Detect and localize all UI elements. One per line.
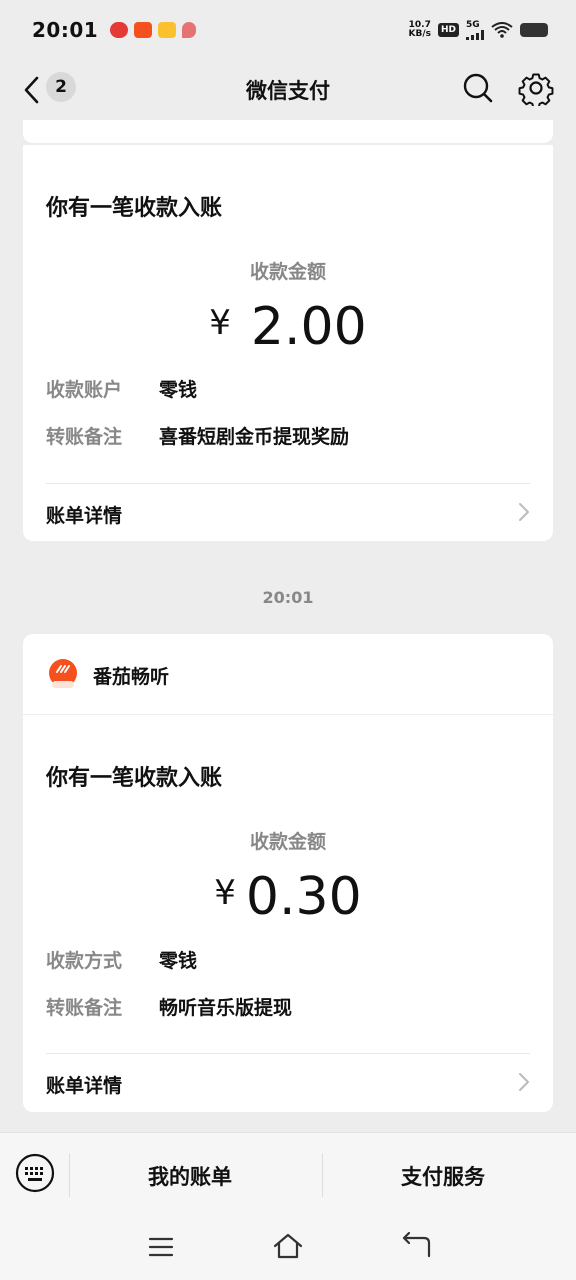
sender-row[interactable]: 番茄畅听 [23, 634, 553, 715]
payment-card: 你有一笔收款入账 收款金额 ¥2.00 收款账户 零钱 转账备注 喜番短剧金币提… [23, 145, 553, 541]
amount-value: ¥2.00 [209, 297, 367, 357]
row-value: 畅听音乐版提现 [159, 997, 293, 1019]
tab-pay-service[interactable]: 支付服务 [401, 1161, 485, 1191]
row-label: 转账备注 [46, 997, 123, 1019]
bill-detail-link[interactable]: 账单详情 [46, 1071, 122, 1098]
row-value: 零钱 [159, 950, 198, 972]
sender-name: 番茄畅听 [93, 666, 170, 688]
notification-app-icon [158, 22, 177, 38]
wifi-icon [491, 22, 513, 38]
keyboard-icon[interactable] [15, 1153, 55, 1193]
bottom-menu-bar: 我的账单 支付服务 [0, 1132, 576, 1216]
return-icon[interactable] [400, 1230, 432, 1260]
menu-icon[interactable] [148, 1236, 174, 1258]
status-indicators: 10.7 KB/s HD 5G [408, 20, 548, 40]
row-value: 零钱 [159, 379, 198, 401]
payment-card: 番茄畅听 你有一笔收款入账 收款金额 ¥0.30 收款方式 零钱 转账备注 畅听… [23, 634, 553, 1112]
location-icon [182, 22, 197, 38]
row-value: 喜番短剧金币提现奖励 [159, 426, 350, 448]
message-time: 20:01 [262, 588, 314, 607]
nav-bar: 2 微信支付 [0, 60, 576, 120]
currency-symbol: ¥ [209, 303, 231, 343]
hd-badge: HD [437, 23, 459, 37]
row-label: 收款方式 [46, 950, 123, 972]
previous-card-bottom [23, 120, 553, 144]
amount-label: 收款金额 [249, 831, 326, 853]
card-title: 你有一笔收款入账 [46, 766, 223, 791]
network-speed: 10.7 KB/s [408, 20, 431, 39]
status-time: 20:01 [32, 18, 99, 42]
battery-icon [520, 23, 548, 37]
notification-app-icon [110, 22, 129, 38]
tab-divider [69, 1153, 70, 1197]
bill-detail-link[interactable]: 账单详情 [46, 501, 122, 528]
divider [46, 483, 530, 484]
row-label: 转账备注 [46, 426, 123, 448]
divider [46, 1053, 530, 1054]
tab-divider [322, 1153, 323, 1197]
currency-symbol: ¥ [214, 873, 236, 913]
system-nav-bar [0, 1216, 576, 1280]
tab-my-bill[interactable]: 我的账单 [148, 1161, 232, 1191]
amount-label: 收款金额 [249, 261, 326, 283]
notification-app-icon [134, 22, 153, 38]
card-title: 你有一笔收款入账 [46, 196, 223, 221]
amount-value: ¥0.30 [214, 867, 362, 927]
app-logo-icon [49, 659, 77, 688]
row-label: 收款账户 [46, 379, 123, 401]
search-icon[interactable] [462, 72, 494, 104]
gear-icon[interactable] [518, 70, 554, 106]
status-app-icons [110, 22, 197, 38]
status-bar: 20:01 10.7 KB/s HD 5G [0, 0, 576, 60]
chevron-right-icon[interactable] [517, 501, 531, 523]
signal-icon: 5G [466, 20, 484, 40]
chevron-right-icon[interactable] [517, 1071, 531, 1093]
home-icon[interactable] [272, 1232, 304, 1260]
